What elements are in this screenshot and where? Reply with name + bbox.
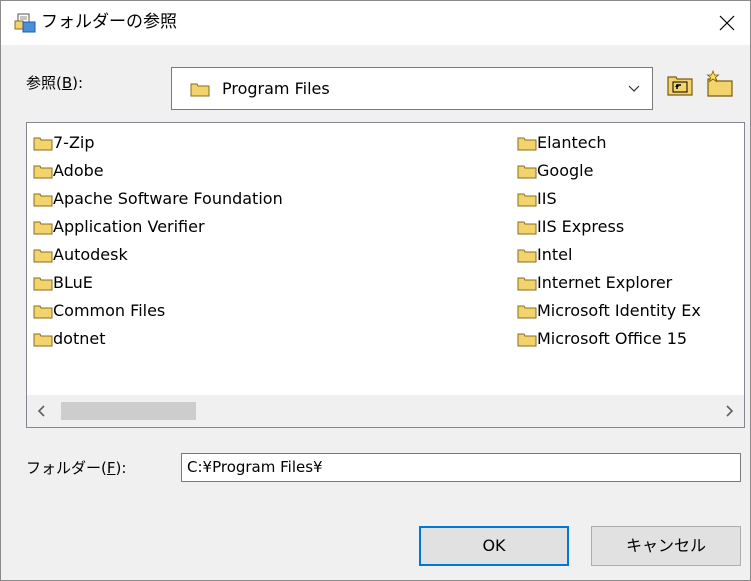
- list-item[interactable]: IIS: [511, 185, 701, 213]
- chevron-down-icon[interactable]: [628, 85, 640, 93]
- list-item[interactable]: Common Files: [27, 297, 283, 325]
- folder-icon: [517, 193, 537, 207]
- list-item[interactable]: Elantech: [511, 129, 701, 157]
- folder-icon: [33, 137, 53, 151]
- list-item[interactable]: Adobe: [27, 157, 283, 185]
- list-item[interactable]: 7-Zip: [27, 129, 283, 157]
- list-item-label: IIS: [537, 189, 557, 208]
- close-button[interactable]: [704, 1, 750, 45]
- list-item[interactable]: Google: [511, 157, 701, 185]
- folder-up-button[interactable]: [665, 70, 695, 100]
- list-item[interactable]: Application Verifier: [27, 213, 283, 241]
- scroll-right-icon[interactable]: [726, 405, 734, 417]
- new-folder-icon: [706, 69, 733, 97]
- folder-icon: [33, 165, 53, 179]
- folder-path-input[interactable]: C:¥Program Files¥: [181, 453, 741, 482]
- list-item[interactable]: IIS Express: [511, 213, 701, 241]
- list-item-label: 7-Zip: [53, 133, 95, 152]
- lookin-combobox[interactable]: Program Files: [171, 67, 653, 110]
- list-item[interactable]: Microsoft Office 15: [511, 325, 701, 353]
- folder-icon: [517, 249, 537, 263]
- list-item-label: Elantech: [537, 133, 607, 152]
- list-item-label: Microsoft Identity Ex: [537, 301, 701, 320]
- folder-list[interactable]: 7-Zip Adobe Apache Software Foundation Appl…: [26, 122, 745, 428]
- folder-icon: [517, 277, 537, 291]
- list-item-label: Adobe: [53, 161, 104, 180]
- scroll-left-icon[interactable]: [37, 405, 45, 417]
- folder-icon: [517, 221, 537, 235]
- folder-icon: [190, 83, 210, 97]
- folder-icon: [33, 249, 53, 263]
- cancel-button[interactable]: キャンセル: [591, 526, 741, 566]
- list-item-label: Internet Explorer: [537, 273, 673, 292]
- folder-list-column-right: Elantech Google IIS IIS Express Intel Interne…: [511, 129, 701, 353]
- list-item[interactable]: Microsoft Identity Ex: [511, 297, 701, 325]
- close-icon: [719, 15, 735, 31]
- folder-icon: [33, 221, 53, 235]
- browse-folder-dialog: フォルダーの参照 参照(B): Program Files 7-Zip Adob…: [0, 0, 751, 581]
- dialog-icon: [14, 13, 36, 33]
- folder-icon: [517, 333, 537, 347]
- lookin-label: 参照(B):: [26, 74, 84, 92]
- list-item[interactable]: Internet Explorer: [511, 269, 701, 297]
- list-item[interactable]: dotnet: [27, 325, 283, 353]
- folder-field-label: フォルダー(F):: [26, 459, 127, 477]
- folder-list-column-left: 7-Zip Adobe Apache Software Foundation Appl…: [27, 129, 283, 353]
- folder-icon: [33, 193, 53, 207]
- list-item-label: Microsoft Office 15: [537, 329, 688, 348]
- horizontal-scrollbar[interactable]: [27, 395, 744, 427]
- list-item-label: dotnet: [53, 329, 106, 348]
- list-item-label: Application Verifier: [53, 217, 205, 236]
- folder-icon: [33, 333, 53, 347]
- scrollbar-thumb[interactable]: [61, 402, 196, 420]
- list-item[interactable]: BLuE: [27, 269, 283, 297]
- folder-icon: [517, 165, 537, 179]
- list-item-label: Common Files: [53, 301, 166, 320]
- list-item-label: BLuE: [53, 273, 93, 292]
- list-item[interactable]: Autodesk: [27, 241, 283, 269]
- lookin-selected-value: Program Files: [222, 79, 330, 98]
- list-item-label: Autodesk: [53, 245, 128, 264]
- folder-icon: [33, 305, 53, 319]
- folder-icon: [517, 137, 537, 151]
- list-item-label: Apache Software Foundation: [53, 189, 283, 208]
- list-item-label: Google: [537, 161, 594, 180]
- list-item[interactable]: Apache Software Foundation: [27, 185, 283, 213]
- new-folder-button[interactable]: [705, 69, 735, 100]
- list-item-label: Intel: [537, 245, 573, 264]
- ok-button[interactable]: OK: [419, 526, 569, 566]
- folder-icon: [33, 277, 53, 291]
- folder-up-icon: [667, 76, 693, 96]
- dialog-title: フォルダーの参照: [41, 12, 177, 32]
- list-item-label: IIS Express: [537, 217, 625, 236]
- folder-icon: [517, 305, 537, 319]
- list-item[interactable]: Intel: [511, 241, 701, 269]
- title-bar: フォルダーの参照: [1, 1, 750, 45]
